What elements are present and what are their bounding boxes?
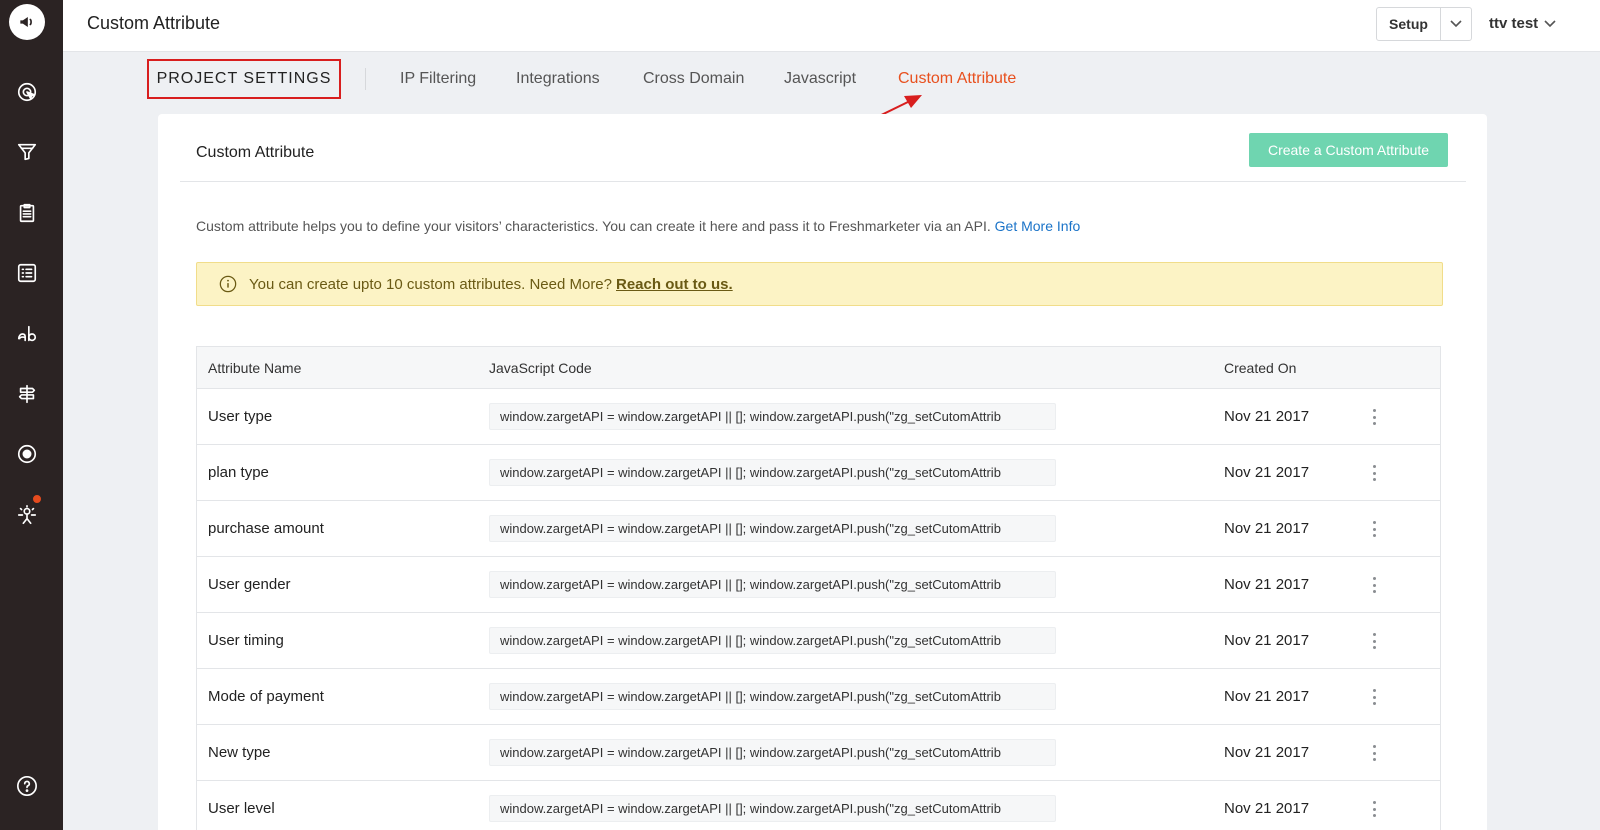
notification-badge <box>31 493 43 505</box>
kebab-menu-icon[interactable] <box>1367 575 1381 595</box>
custom-attribute-card: Custom Attribute Create a Custom Attribu… <box>158 114 1487 830</box>
setup-button[interactable]: Setup <box>1377 8 1441 40</box>
table-row: New type window.zargetAPI = window.zarget… <box>197 725 1440 781</box>
created-on-date: Nov 21 2017 <box>1224 688 1310 705</box>
table-row: purchase amount window.zargetAPI = window… <box>197 501 1440 557</box>
kebab-menu-icon[interactable] <box>1367 631 1381 651</box>
list-icon[interactable] <box>13 259 41 287</box>
chevron-down-icon <box>1544 19 1556 27</box>
created-on-date: Nov 21 2017 <box>1224 408 1310 425</box>
javascript-code-field[interactable]: window.zargetAPI = window.zargetAPI || [… <box>489 683 1056 710</box>
kebab-menu-icon[interactable] <box>1367 463 1381 483</box>
created-on-date: Nov 21 2017 <box>1224 576 1310 593</box>
javascript-code-field[interactable]: window.zargetAPI = window.zargetAPI || [… <box>489 739 1056 766</box>
tab-ip-filtering[interactable]: IP Filtering <box>400 70 476 88</box>
signpost-icon[interactable] <box>13 380 41 408</box>
table-row: plan type window.zargetAPI = window.zarge… <box>197 445 1440 501</box>
reach-out-link[interactable]: Reach out to us. <box>616 276 733 293</box>
top-header: Custom Attribute Setup ttv test <box>63 0 1600 52</box>
table-row: User level window.zargetAPI = window.zarg… <box>197 781 1440 830</box>
table-header: Attribute Name JavaScript Code Created O… <box>197 347 1440 389</box>
javascript-code-field[interactable]: window.zargetAPI = window.zargetAPI || [… <box>489 571 1056 598</box>
user-name: ttv test <box>1489 15 1539 32</box>
setup-dropdown[interactable]: Setup <box>1376 7 1472 41</box>
attribute-name: User timing <box>208 632 284 649</box>
created-on-date: Nov 21 2017 <box>1224 800 1310 817</box>
sun-person-icon[interactable] <box>13 493 43 529</box>
description-text: Custom attribute helps you to define you… <box>196 218 991 234</box>
attribute-name: User type <box>208 408 273 425</box>
javascript-code-field[interactable]: window.zargetAPI = window.zargetAPI || [… <box>489 627 1056 654</box>
javascript-code-field[interactable]: window.zargetAPI = window.zargetAPI || [… <box>489 459 1056 486</box>
description: Custom attribute helps you to define you… <box>196 218 1080 234</box>
page-title: Custom Attribute <box>87 13 221 33</box>
limit-notice: You can create upto 10 custom attributes… <box>196 262 1443 306</box>
notice-text: You can create upto 10 custom attributes… <box>249 275 612 293</box>
create-custom-attribute-button[interactable]: Create a Custom Attribute <box>1249 133 1448 167</box>
help-icon[interactable] <box>13 772 41 800</box>
card-title: Custom Attribute <box>196 144 315 161</box>
funnel-icon[interactable] <box>13 138 41 166</box>
attributes-table: Attribute Name JavaScript Code Created O… <box>196 346 1441 830</box>
attribute-name: plan type <box>208 464 269 481</box>
header-javascript-code: JavaScript Code <box>489 360 592 376</box>
tab-divider <box>365 68 366 90</box>
created-on-date: Nov 21 2017 <box>1224 520 1310 537</box>
created-on-date: Nov 21 2017 <box>1224 632 1310 649</box>
record-icon[interactable] <box>13 440 41 468</box>
table-row: User timing window.zargetAPI = window.zar… <box>197 613 1440 669</box>
info-icon <box>219 275 237 293</box>
user-menu[interactable]: ttv test <box>1489 15 1556 32</box>
created-on-date: Nov 21 2017 <box>1224 744 1310 761</box>
javascript-code-field[interactable]: window.zargetAPI = window.zargetAPI || [… <box>489 515 1056 542</box>
attribute-name: purchase amount <box>208 520 324 537</box>
attribute-name: User gender <box>208 576 291 593</box>
kebab-menu-icon[interactable] <box>1367 519 1381 539</box>
table-row: Mode of payment window.zargetAPI = window… <box>197 669 1440 725</box>
target-cursor-icon[interactable] <box>13 78 41 106</box>
attribute-name: Mode of payment <box>208 688 324 705</box>
megaphone-icon[interactable] <box>9 4 45 40</box>
header-created-on: Created On <box>1224 360 1297 376</box>
attribute-name: New type <box>208 744 271 761</box>
tab-cross-domain[interactable]: Cross Domain <box>643 70 744 88</box>
kebab-menu-icon[interactable] <box>1367 687 1381 707</box>
project-settings-label: PROJECT SETTINGS <box>147 59 341 99</box>
tab-integrations[interactable]: Integrations <box>516 70 600 88</box>
kebab-menu-icon[interactable] <box>1367 799 1381 819</box>
table-row: User type window.zargetAPI = window.zarge… <box>197 389 1440 445</box>
sidebar <box>0 0 63 830</box>
ab-test-icon[interactable] <box>13 320 41 348</box>
table-row: User gender window.zargetAPI = window.zar… <box>197 557 1440 613</box>
tab-custom-attribute[interactable]: Custom Attribute <box>898 70 1016 88</box>
tab-javascript[interactable]: Javascript <box>784 70 856 88</box>
header-attribute-name: Attribute Name <box>208 360 302 376</box>
card-divider <box>180 181 1466 182</box>
clipboard-icon[interactable] <box>13 199 41 227</box>
get-more-info-link[interactable]: Get More Info <box>995 218 1081 234</box>
attribute-name: User level <box>208 800 275 817</box>
created-on-date: Nov 21 2017 <box>1224 464 1310 481</box>
kebab-menu-icon[interactable] <box>1367 407 1381 427</box>
chevron-down-icon[interactable] <box>1441 8 1471 40</box>
javascript-code-field[interactable]: window.zargetAPI = window.zargetAPI || [… <box>489 403 1056 430</box>
kebab-menu-icon[interactable] <box>1367 743 1381 763</box>
javascript-code-field[interactable]: window.zargetAPI = window.zargetAPI || [… <box>489 795 1056 822</box>
